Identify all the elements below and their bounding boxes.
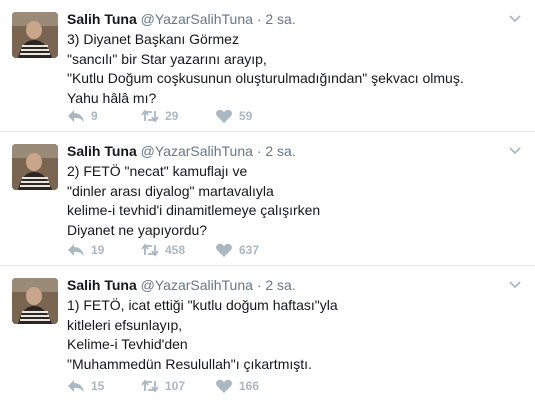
retweet-count: 458	[165, 243, 186, 257]
reply-icon	[68, 244, 84, 256]
reply-button[interactable]: 19	[67, 242, 141, 258]
author-name[interactable]: Salih Tuna	[67, 11, 137, 27]
chevron-down-icon[interactable]	[507, 142, 523, 158]
reply-icon	[68, 380, 84, 392]
retweet-icon	[141, 109, 159, 123]
tweet-text: 3) Diyanet Başkanı Görmez "sancılı" bir …	[67, 31, 464, 106]
tweet-actions: 9 29 59	[67, 108, 289, 124]
timestamp[interactable]: 2 sa.	[265, 11, 295, 27]
like-count: 637	[239, 243, 260, 257]
like-count: 166	[239, 379, 260, 393]
reply-button[interactable]: 9	[67, 108, 141, 124]
reply-icon	[68, 110, 84, 122]
reply-count: 19	[91, 243, 105, 257]
tweet[interactable]: Salih Tuna @YazarSalihTuna · 2 sa. 1) FE…	[0, 266, 535, 406]
author-handle[interactable]: @YazarSalihTuna	[141, 143, 253, 159]
author-handle[interactable]: @YazarSalihTuna	[141, 11, 253, 27]
separator: ·	[256, 143, 262, 159]
tweet-header: Salih Tuna @YazarSalihTuna · 2 sa.	[67, 10, 523, 28]
tweet-text: 1) FETÖ, icat ettiği "kutlu doğum haftas…	[67, 297, 338, 372]
tweet-actions: 19 458 637	[67, 242, 289, 258]
tweet[interactable]: Salih Tuna @YazarSalihTuna · 2 sa. 2) FE…	[0, 132, 535, 266]
separator: ·	[256, 11, 262, 27]
author-handle[interactable]: @YazarSalihTuna	[141, 277, 253, 293]
like-button[interactable]: 59	[215, 108, 289, 124]
retweet-icon	[141, 379, 159, 393]
retweet-button[interactable]: 107	[141, 378, 215, 394]
author-name[interactable]: Salih Tuna	[67, 143, 137, 159]
tweet[interactable]: Salih Tuna @YazarSalihTuna · 2 sa. 3) Di…	[0, 0, 535, 132]
heart-icon	[216, 243, 232, 257]
chevron-down-icon[interactable]	[507, 276, 523, 292]
separator: ·	[256, 277, 262, 293]
like-button[interactable]: 166	[215, 378, 289, 394]
heart-icon	[216, 109, 232, 123]
avatar[interactable]	[12, 12, 58, 58]
tweet-actions: 15 107 166	[67, 378, 289, 394]
avatar[interactable]	[12, 278, 58, 324]
timestamp[interactable]: 2 sa.	[265, 277, 295, 293]
retweet-icon	[141, 243, 159, 257]
retweet-count: 29	[165, 109, 179, 123]
retweet-button[interactable]: 458	[141, 242, 215, 258]
reply-count: 9	[91, 109, 98, 123]
tweet-text: 2) FETÖ "necat" kamuflajı ve "dinler ara…	[67, 163, 321, 238]
retweet-count: 107	[165, 379, 186, 393]
retweet-button[interactable]: 29	[141, 108, 215, 124]
reply-button[interactable]: 15	[67, 378, 141, 394]
avatar[interactable]	[12, 144, 58, 190]
like-button[interactable]: 637	[215, 242, 289, 258]
heart-icon	[216, 379, 232, 393]
tweet-header: Salih Tuna @YazarSalihTuna · 2 sa.	[67, 142, 523, 160]
reply-count: 15	[91, 379, 105, 393]
like-count: 59	[239, 109, 253, 123]
chevron-down-icon[interactable]	[507, 10, 523, 26]
author-name[interactable]: Salih Tuna	[67, 277, 137, 293]
tweet-header: Salih Tuna @YazarSalihTuna · 2 sa.	[67, 276, 523, 294]
timestamp[interactable]: 2 sa.	[265, 143, 295, 159]
